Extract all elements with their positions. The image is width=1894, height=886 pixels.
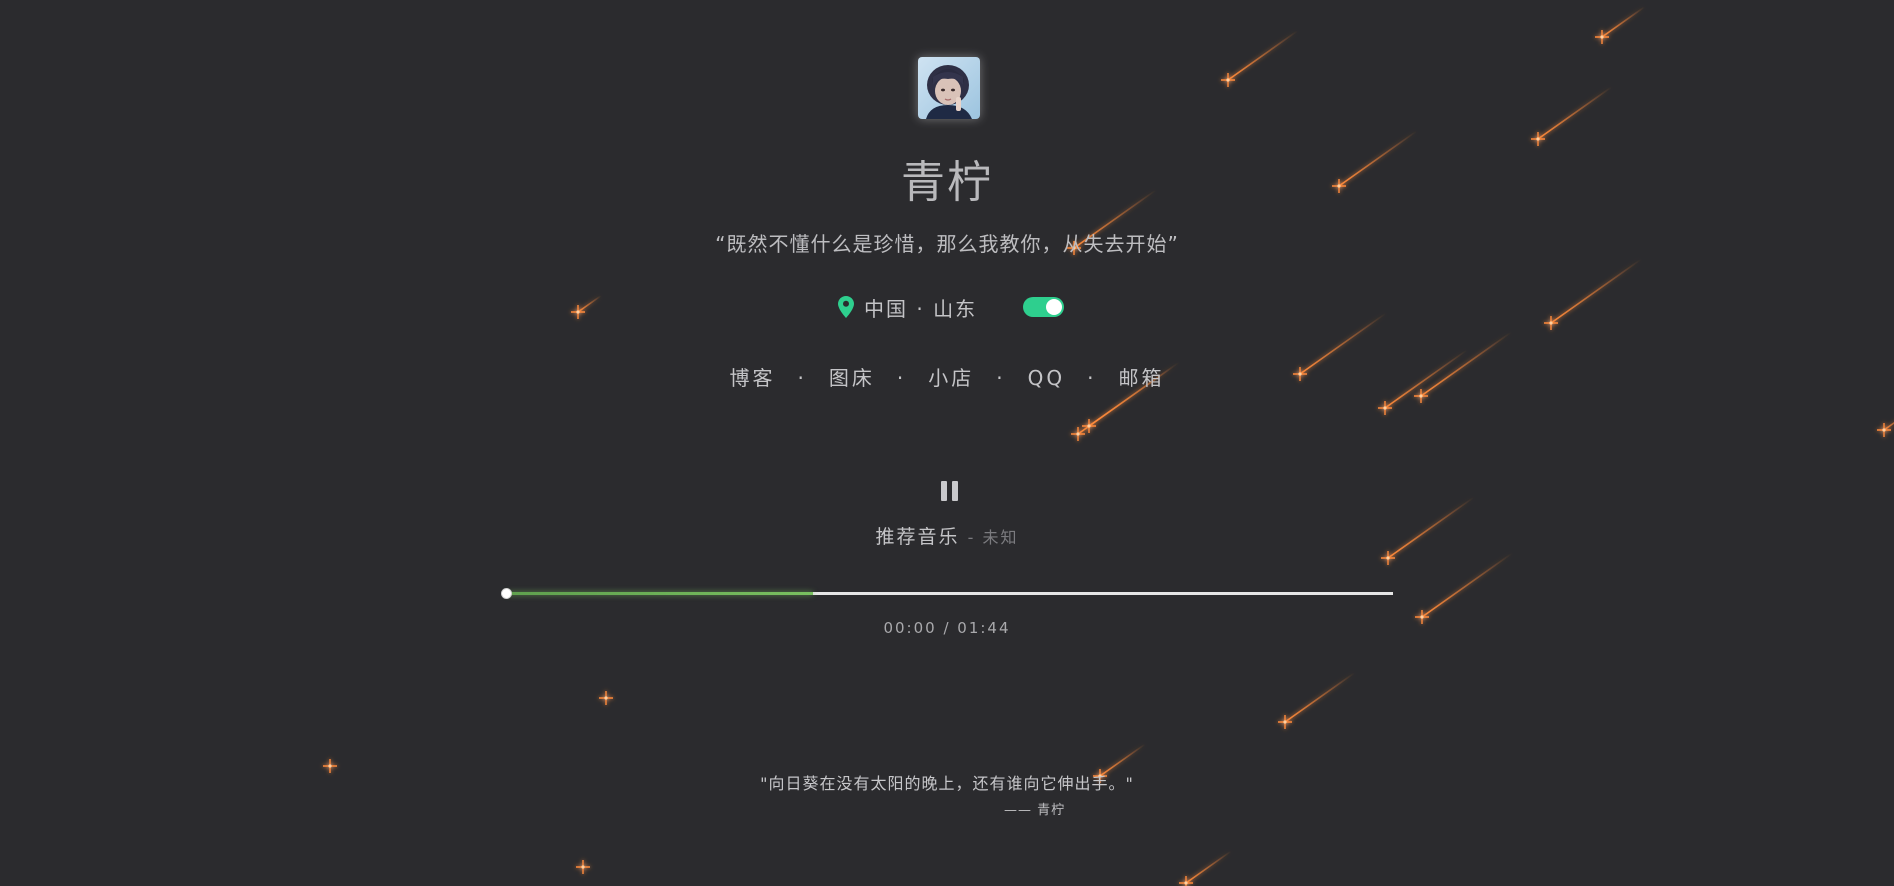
progress-bar[interactable] (501, 588, 1393, 599)
pause-icon (941, 481, 947, 501)
star-core (1536, 137, 1540, 141)
location-pin-icon (838, 296, 854, 318)
star-sparkle (576, 860, 590, 874)
star-sparkle (599, 691, 613, 705)
link-image-host[interactable]: 图床 (829, 366, 875, 390)
star-core (576, 310, 580, 314)
toggle-knob (1046, 299, 1062, 315)
link-separator: · (1087, 366, 1097, 390)
location: 中国 · 山东 (838, 292, 977, 322)
meteor-trail (1550, 258, 1642, 324)
quote-text: "向日葵在没有太阳的晚上，还有谁向它伸出手。" (760, 774, 1134, 793)
profile-name: 青柠 (901, 157, 993, 208)
link-blog[interactable]: 博客 (730, 366, 776, 390)
quote-author: —— 青柠 (1004, 803, 1066, 818)
star-core (328, 764, 332, 768)
meteor-trail (1185, 850, 1232, 884)
star-sparkle (1221, 73, 1235, 87)
link-email[interactable]: 邮箱 (1118, 366, 1164, 390)
link-separator: · (797, 366, 807, 390)
progress-buffered (507, 592, 813, 595)
star-sparkle (1595, 30, 1609, 44)
meteor-trail (1537, 86, 1613, 140)
page: 青柠 “既然不懂什么是珍惜，那么我教你，从失去开始” 中国 · 山东 博客 · 图床… (0, 0, 1894, 886)
pause-button[interactable] (941, 481, 959, 501)
link-shop[interactable]: 小店 (928, 366, 974, 390)
track-title: 推荐音乐 (875, 526, 960, 548)
link-separator: · (996, 366, 1006, 390)
meteor-trail (1883, 421, 1894, 431)
star-sparkle (1278, 715, 1292, 729)
progress-handle[interactable] (501, 588, 512, 599)
star-sparkle (1877, 423, 1891, 437)
meteor-background (323, 6, 1894, 886)
star-core (1076, 432, 1080, 436)
pause-icon-bar (952, 481, 958, 501)
star-core (1226, 78, 1230, 82)
star-sparkle (571, 305, 585, 319)
time-display: 00:00 / 01:44 (883, 619, 1011, 637)
star-core (1419, 394, 1423, 398)
meteor-trail (1601, 6, 1646, 38)
star-core (1184, 881, 1188, 885)
star-core (1882, 428, 1886, 432)
link-separator: · (896, 366, 907, 390)
track-artist: - 未知 (967, 528, 1019, 547)
star-sparkle (1414, 389, 1428, 403)
star-sparkle (1071, 427, 1085, 441)
star-core (1383, 406, 1387, 410)
star-core (1386, 556, 1390, 560)
star-sparkle (1179, 876, 1193, 886)
star-sparkle (1531, 132, 1545, 146)
star-sparkle (1378, 401, 1392, 415)
star-core (1283, 720, 1287, 724)
star-core (604, 696, 608, 700)
track-info: 推荐音乐 - 未知 (0, 522, 1894, 549)
star-core (1087, 424, 1091, 428)
location-text: 中国 · 山东 (864, 296, 978, 321)
star-core (581, 865, 585, 869)
meteor-trail (1227, 29, 1299, 81)
avatar[interactable] (918, 57, 980, 119)
star-core (1549, 321, 1553, 325)
meteor-trail (1421, 552, 1513, 618)
profile-motto: “既然不懂什么是珍惜，那么我教你，从失去开始” (715, 232, 1179, 256)
star-sparkle (1082, 419, 1096, 433)
star-core (1600, 35, 1604, 39)
star-sparkle (1544, 316, 1558, 330)
avatar-image (918, 57, 980, 119)
star-sparkle (1381, 551, 1395, 565)
social-links: 博客 · 图床 · 小店 · QQ · 邮箱 (0, 362, 1894, 391)
theme-toggle[interactable] (1023, 297, 1064, 317)
link-qq[interactable]: QQ (1028, 366, 1065, 390)
meteor-trail (577, 294, 602, 313)
meteor-trail (1284, 671, 1356, 723)
